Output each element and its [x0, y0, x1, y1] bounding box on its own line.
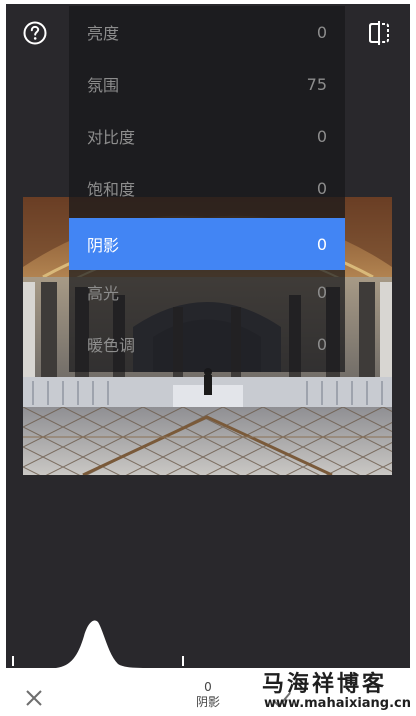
menu-item-value: 0: [316, 334, 327, 354]
menu-item-saturation[interactable]: 饱和度 0: [69, 162, 345, 214]
menu-item-label: 阴影: [87, 236, 120, 255]
menu-item-value: 0: [316, 22, 327, 42]
close-x-icon[interactable]: [22, 686, 46, 710]
menu-item-label: 亮度: [87, 24, 120, 43]
menu-item-value: 0: [316, 282, 327, 302]
menu-item-shadows[interactable]: 阴影 0: [69, 218, 345, 270]
menu-item-ambiance[interactable]: 氛围 75: [69, 58, 345, 110]
menu-item-value: 0: [316, 126, 327, 146]
menu-item-highlights[interactable]: 高光 0: [69, 266, 345, 318]
menu-item-value: 0: [316, 178, 327, 198]
watermark-url: www.mahaixiang.cn: [264, 696, 412, 711]
menu-item-brightness[interactable]: 亮度 0: [69, 6, 345, 58]
menu-item-label: 氛围: [87, 76, 120, 95]
watermark: 马海祥博客 www.mahaixiang.cn: [262, 664, 412, 714]
histogram-marker-left: [12, 656, 14, 666]
histogram-marker-mid: [182, 656, 184, 666]
param-name: 阴影: [195, 695, 220, 709]
menu-item-value: 75: [306, 74, 327, 94]
param-readout: 0 阴影: [178, 680, 238, 710]
help-icon[interactable]: [20, 18, 50, 48]
menu-item-label: 高光: [87, 284, 120, 303]
screen: 亮度 0 氛围 75 对比度 0 饱和度 0 阴影 0 高光 0 暖色调 0 0…: [0, 0, 416, 716]
histogram: [6, 610, 410, 672]
menu-item-warmth[interactable]: 暖色调 0: [69, 318, 345, 370]
watermark-title: 马海祥博客: [262, 671, 388, 697]
menu-item-label: 对比度: [87, 128, 136, 147]
menu-item-contrast[interactable]: 对比度 0: [69, 110, 345, 162]
menu-item-label: 暖色调: [87, 336, 136, 355]
compare-split-icon[interactable]: [364, 18, 394, 48]
param-value: 0: [204, 680, 212, 694]
menu-item-value: 0: [316, 234, 327, 254]
adjust-menu: 亮度 0 氛围 75 对比度 0 饱和度 0 阴影 0 高光 0 暖色调 0: [69, 6, 345, 372]
menu-item-label: 饱和度: [87, 180, 136, 199]
